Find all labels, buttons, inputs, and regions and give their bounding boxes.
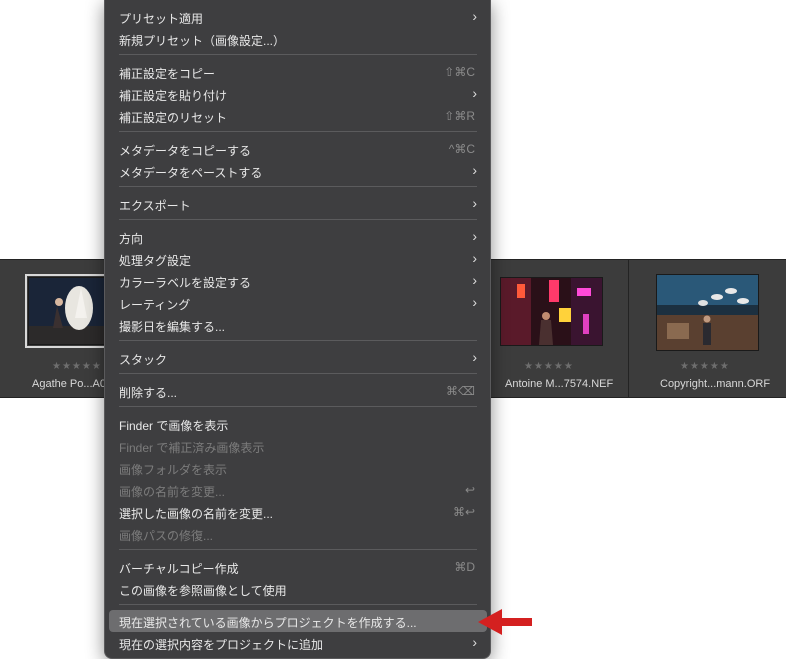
chevron-right-icon: ›	[472, 228, 477, 244]
menu-item-use-as-reference[interactable]: この画像を参照画像として使用	[109, 578, 487, 600]
menu-item-show-image-folder: 画像フォルダを表示	[109, 457, 487, 479]
menu-item-label: 方向	[119, 232, 144, 246]
menu-separator	[119, 340, 477, 341]
menu-item-label: メタデータをペーストする	[119, 166, 263, 180]
menu-item-stack[interactable]: スタック ›	[109, 347, 487, 369]
menu-item-rename-selected[interactable]: 選択した画像の名前を変更... ⌘↩	[109, 501, 487, 523]
menu-item-new-preset[interactable]: 新規プリセット（画像設定...）	[109, 28, 487, 50]
shortcut-label: ⌘↩	[452, 505, 475, 519]
menu-item-repair-path: 画像パスの修復...	[109, 523, 487, 545]
menu-item-label: 補正設定をコピー	[119, 67, 216, 81]
menu-item-label: 新規プリセット（画像設定...）	[119, 34, 286, 48]
menu-separator	[119, 54, 477, 55]
menu-item-add-to-project[interactable]: 現在の選択内容をプロジェクトに追加 ›	[109, 632, 487, 654]
chevron-right-icon: ›	[472, 349, 477, 365]
menu-item-show-in-finder[interactable]: Finder で画像を表示	[109, 413, 487, 435]
chevron-right-icon: ›	[472, 272, 477, 288]
menu-item-label: 補正設定を貼り付け	[119, 89, 228, 103]
menu-item-label: カラーラベルを設定する	[119, 276, 252, 290]
menu-item-rename-image: 画像の名前を変更... ↩	[109, 479, 487, 501]
menu-separator	[119, 549, 477, 550]
menu-separator	[119, 604, 477, 605]
thumbnail-neon-alley[interactable]	[500, 277, 603, 346]
menu-item-label: 画像パスの修復...	[119, 529, 214, 543]
menu-item-delete[interactable]: 削除する... ⌘⌫	[109, 380, 487, 402]
menu-item-label: 削除する...	[119, 386, 178, 400]
menu-separator	[119, 373, 477, 374]
context-menu: プリセット適用 › 新規プリセット（画像設定...） 補正設定をコピー ⇧⌘C …	[104, 0, 491, 659]
menu-item-orientation[interactable]: 方向 ›	[109, 226, 487, 248]
red-arrow-icon	[478, 609, 532, 635]
chevron-right-icon: ›	[472, 294, 477, 310]
chevron-right-icon: ›	[472, 85, 477, 101]
shortcut-label: ⌘D	[454, 560, 475, 574]
menu-item-label: プリセット適用	[119, 12, 204, 26]
shortcut-label: ↩	[464, 483, 475, 497]
menu-item-label: 補正設定のリセット	[119, 111, 228, 125]
menu-item-label: Finder で画像を表示	[119, 419, 229, 433]
menu-item-label: 撮影日を編集する...	[119, 320, 226, 334]
menu-item-paste-adjustments[interactable]: 補正設定を貼り付け ›	[109, 83, 487, 105]
menu-item-label: この画像を参照画像として使用	[119, 584, 287, 598]
menu-item-label: 画像フォルダを表示	[119, 463, 228, 477]
thumbnail-dancers[interactable]	[25, 274, 111, 348]
chevron-right-icon: ›	[472, 195, 477, 211]
menu-item-copy-metadata[interactable]: メタデータをコピーする ^⌘C	[109, 138, 487, 160]
chevron-right-icon: ›	[472, 634, 477, 650]
chevron-right-icon: ›	[472, 162, 477, 178]
menu-item-create-project[interactable]: 現在選択されている画像からプロジェクトを作成する...	[109, 610, 487, 632]
menu-item-label: スタック	[119, 353, 168, 367]
menu-item-label: バーチャルコピー作成	[119, 562, 239, 576]
rating-stars[interactable]: ★★★★★	[52, 361, 102, 372]
menu-item-rating[interactable]: レーティング ›	[109, 292, 487, 314]
menu-separator	[119, 186, 477, 187]
menu-item-export[interactable]: エクスポート ›	[109, 193, 487, 215]
menu-item-label: メタデータをコピーする	[119, 144, 252, 158]
menu-item-label: 現在選択されている画像からプロジェクトを作成する...	[119, 616, 417, 630]
menu-item-copy-adjustments[interactable]: 補正設定をコピー ⇧⌘C	[109, 61, 487, 83]
menu-item-reset-adjustments[interactable]: 補正設定のリセット ⇧⌘R	[109, 105, 487, 127]
menu-item-label: 現在の選択内容をプロジェクトに追加	[119, 638, 324, 652]
filename-label: Copyright...mann.ORF	[660, 378, 771, 390]
menu-separator	[119, 219, 477, 220]
filmstrip-item[interactable]: ★★★★★ Copyright...mann.ORF	[629, 260, 786, 397]
menu-item-show-adjusted-in-finder: Finder で補正済み画像表示	[109, 435, 487, 457]
menu-item-label: 選択した画像の名前を変更...	[119, 507, 274, 521]
shortcut-label: ⇧⌘R	[444, 109, 475, 123]
menu-item-paste-metadata[interactable]: メタデータをペーストする ›	[109, 160, 487, 182]
menu-item-process-tag[interactable]: 処理タグ設定 ›	[109, 248, 487, 270]
chevron-right-icon: ›	[472, 250, 477, 266]
thumbnail-hat-shop[interactable]	[656, 274, 759, 351]
menu-separator	[119, 131, 477, 132]
menu-item-virtual-copy[interactable]: バーチャルコピー作成 ⌘D	[109, 556, 487, 578]
rating-stars[interactable]: ★★★★★	[524, 361, 574, 372]
menu-item-color-label[interactable]: カラーラベルを設定する ›	[109, 270, 487, 292]
filename-label: Agathe Po...A0	[32, 378, 106, 390]
shortcut-label: ⌘⌫	[446, 384, 475, 398]
menu-item-edit-capture-date[interactable]: 撮影日を編集する...	[109, 314, 487, 336]
menu-item-label: レーティング	[119, 298, 191, 312]
menu-item-label: Finder で補正済み画像表示	[119, 441, 265, 455]
rating-stars[interactable]: ★★★★★	[680, 361, 730, 372]
menu-separator	[119, 406, 477, 407]
shortcut-label: ⇧⌘C	[444, 65, 475, 79]
menu-item-label: 画像の名前を変更...	[119, 485, 226, 499]
menu-item-apply-preset[interactable]: プリセット適用 ›	[109, 6, 487, 28]
menu-item-label: エクスポート	[119, 199, 191, 213]
filename-label: Antoine M...7574.NEF	[505, 378, 614, 390]
shortcut-label: ^⌘C	[448, 142, 475, 156]
chevron-right-icon: ›	[472, 8, 477, 24]
filmstrip-item[interactable]: ★★★★★ Antoine M...7574.NEF	[490, 260, 629, 397]
menu-item-label: 処理タグ設定	[119, 254, 192, 268]
